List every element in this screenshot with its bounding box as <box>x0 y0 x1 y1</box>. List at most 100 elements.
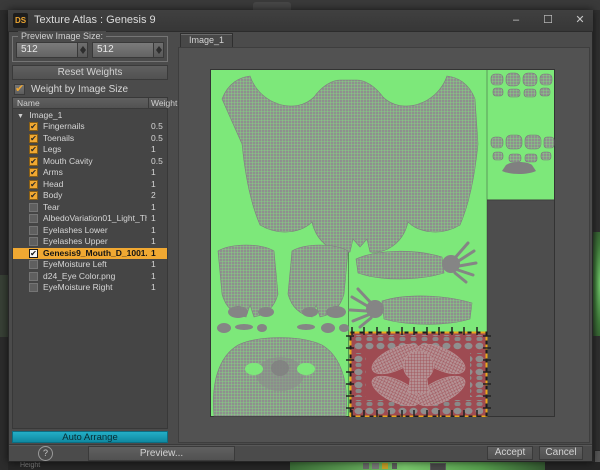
item-weight: 1 <box>151 213 156 225</box>
item-weight: 1 <box>151 144 156 156</box>
image-width-field[interactable]: 512 <box>16 42 78 58</box>
item-checkbox[interactable]: ✔ <box>29 157 38 166</box>
item-name: Genesis9_Mouth_D_1001.jpg <box>43 248 147 260</box>
list-item[interactable]: ✔Fingernails0.5 <box>13 121 167 133</box>
item-checkbox[interactable] <box>29 272 38 281</box>
maximize-icon: ☐ <box>543 14 553 26</box>
weight-by-image-size-label: Weight by Image Size <box>31 84 128 95</box>
step-down-icon <box>156 50 162 54</box>
screen: Height DS Texture Atlas : Genesis 9 – ☐ … <box>0 0 600 470</box>
item-weight: 0.5 <box>151 133 163 145</box>
reset-weights-button[interactable]: Reset Weights <box>12 65 168 80</box>
daz-studio-logo-icon: DS <box>13 13 28 28</box>
image-height-stepper[interactable] <box>153 42 164 58</box>
item-name: Body <box>43 190 147 202</box>
item-name: Eyelashes Upper <box>43 236 147 248</box>
item-checkbox[interactable] <box>29 237 38 246</box>
maximize-button[interactable]: ☐ <box>537 11 559 30</box>
minimize-icon: – <box>513 14 519 26</box>
auto-arrange-button[interactable]: Auto Arrange <box>12 431 168 443</box>
item-checkbox[interactable]: ✔ <box>29 249 38 258</box>
list-item[interactable]: ✔ Toenails 0.5 <box>13 133 167 145</box>
list-item[interactable]: ✔ Mouth Cavity 0.5 <box>13 156 167 168</box>
tree-root-image1[interactable]: ▼ Image_1 <box>13 110 167 121</box>
tree-root-label: Image_1 <box>29 110 62 120</box>
atlas-mouth-region-selected[interactable] <box>346 327 491 417</box>
background-toolbar-icon <box>363 463 369 469</box>
item-weight: 1 <box>151 271 156 283</box>
item-checkbox[interactable] <box>29 283 38 292</box>
close-button[interactable]: ✕ <box>569 11 591 30</box>
column-divider[interactable] <box>148 98 149 109</box>
item-weight: 0.5 <box>151 156 163 168</box>
item-name: AlbedoVariation01_Light_Thin.jpg <box>43 213 147 225</box>
list-item[interactable]: ✔Genesis9_Mouth_D_1001.jpg1 <box>13 248 167 260</box>
list-item[interactable]: ✔ Legs 1 <box>13 144 167 156</box>
minimize-button[interactable]: – <box>505 11 527 30</box>
image-width-stepper[interactable] <box>77 42 88 58</box>
close-icon: ✕ <box>575 14 584 26</box>
question-icon: ? <box>43 448 48 458</box>
background-app-left-strip <box>0 10 8 470</box>
tab-image1[interactable]: Image_1 <box>180 33 233 47</box>
item-weight: 1 <box>151 225 156 237</box>
list-item[interactable]: ✔Arms1 <box>13 167 167 179</box>
item-checkbox[interactable]: ✔ <box>29 122 38 131</box>
item-name: EyeMoisture Right <box>43 282 147 294</box>
window-title: Texture Atlas : Genesis 9 <box>34 14 156 26</box>
cancel-button[interactable]: Cancel <box>539 446 583 460</box>
list-item[interactable]: d24_Eye Color.png 1 <box>13 271 167 283</box>
preview-button[interactable]: Preview... <box>88 446 235 461</box>
checkmark-icon: ✔ <box>15 82 24 95</box>
list-item[interactable]: ✔Body2 <box>13 190 167 202</box>
list-item[interactable]: Tear 1 <box>13 202 167 214</box>
item-checkbox[interactable]: ✔ <box>29 180 38 189</box>
atlas-preview-image <box>210 69 555 417</box>
preview-image-size-label: Preview Image Size: <box>18 31 106 41</box>
background-status-text: Height <box>20 462 40 470</box>
background-toolbar-icon <box>430 463 446 470</box>
item-checkbox[interactable]: ✔ <box>29 145 38 154</box>
list-item[interactable]: EyeMoisture Left 1 <box>13 259 167 271</box>
atlas-head-region[interactable] <box>213 338 346 417</box>
item-checkbox[interactable] <box>29 260 38 269</box>
item-name: Toenails <box>43 133 147 145</box>
list-item[interactable]: ✔ Head 1 <box>13 179 167 191</box>
item-name: d24_Eye Color.png <box>43 271 147 283</box>
item-weight: 1 <box>151 236 156 248</box>
item-weight: 1 <box>151 282 156 294</box>
name-column-header[interactable]: Name <box>17 98 40 109</box>
weight-column-header[interactable]: Weight <box>151 98 177 109</box>
image-height-field[interactable]: 512 <box>92 42 154 58</box>
item-checkbox[interactable]: ✔ <box>29 191 38 200</box>
item-weight: 0.5 <box>151 121 163 133</box>
list-item[interactable]: Eyelashes Upper 1 <box>13 236 167 248</box>
background-toolbar-icon <box>382 463 388 469</box>
item-name: Mouth Cavity <box>43 156 147 168</box>
step-down-icon <box>80 50 86 54</box>
surface-weight-list[interactable]: Name Weight ▼ Image_1 ✔Fingernails0.5✔To… <box>12 97 168 429</box>
item-name: Legs <box>43 144 147 156</box>
background-app-tab-fragment <box>253 2 291 10</box>
item-checkbox[interactable]: ✔ <box>29 168 38 177</box>
expander-triangle-icon[interactable]: ▼ <box>17 113 24 120</box>
weight-by-image-size-checkbox[interactable]: ✔ <box>14 84 25 95</box>
tree-rows: ✔Fingernails0.5✔Toenails0.5✔Legs1✔Mouth … <box>13 121 167 294</box>
background-viewport-fragment-left <box>0 275 8 337</box>
item-checkbox[interactable] <box>29 214 38 223</box>
accept-button[interactable]: Accept <box>487 446 533 460</box>
list-item[interactable]: AlbedoVariation01_Light_Thin.jpg 1 <box>13 213 167 225</box>
item-name: Tear <box>43 202 147 214</box>
item-weight: 1 <box>151 179 156 191</box>
item-weight: 1 <box>151 202 156 214</box>
item-checkbox[interactable] <box>29 226 38 235</box>
item-checkbox[interactable]: ✔ <box>29 134 38 143</box>
item-name: Head <box>43 179 147 191</box>
list-item[interactable]: Eyelashes Lower 1 <box>13 225 167 237</box>
item-weight: 1 <box>151 259 156 271</box>
item-checkbox[interactable] <box>29 203 38 212</box>
item-name: Eyelashes Lower <box>43 225 147 237</box>
item-name: EyeMoisture Left <box>43 259 147 271</box>
list-item[interactable]: EyeMoisture Right 1 <box>13 282 167 294</box>
help-button[interactable]: ? <box>38 446 53 461</box>
